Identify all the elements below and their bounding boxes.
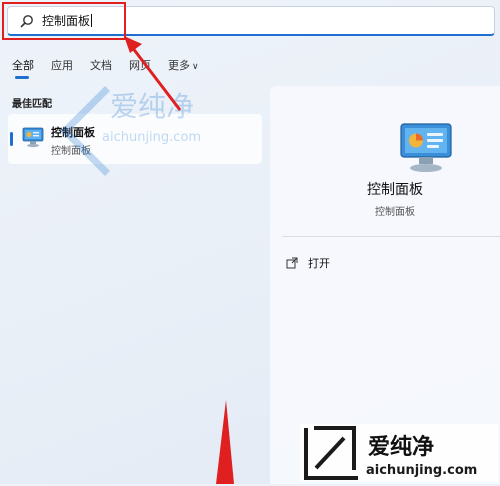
tab-web[interactable]: 网页 [129,57,151,73]
best-match-title: 控制面板 [51,126,95,139]
search-input[interactable]: 控制面板 [42,14,93,29]
text-caret [91,14,93,27]
open-external-icon [286,257,298,269]
chevron-down-icon: ∨ [192,62,199,72]
detail-title: 控制面板 [367,182,423,198]
selection-indicator [10,132,13,146]
section-best-match-label: 最佳匹配 [12,99,52,110]
open-action[interactable]: 打开 [286,255,330,271]
tab-apps[interactable]: 应用 [51,57,73,73]
search-icon [20,15,33,28]
divider [282,236,500,237]
tab-documents[interactable]: 文档 [90,57,112,73]
control-panel-large-icon [400,123,452,172]
annotation-arrow-tail [216,400,234,484]
filter-tabs: 全部 应用 文档 网页 更多 ∨ [12,57,216,79]
detail-subtitle: 控制面板 [375,207,415,218]
search-box[interactable]: 控制面板 [7,6,495,36]
detail-pane: 控制面板 控制面板 打开 [270,86,500,484]
best-match-subtitle: 控制面板 [51,146,91,157]
best-match-result[interactable]: 控制面板 控制面板 [8,114,262,164]
open-action-label: 打开 [308,257,330,270]
tab-all[interactable]: 全部 [12,57,34,79]
tab-more-label: 更多 [168,59,190,72]
tab-more[interactable]: 更多 ∨ [168,57,199,73]
annotation-arrow-up [124,36,182,111]
control-panel-icon [22,127,44,148]
